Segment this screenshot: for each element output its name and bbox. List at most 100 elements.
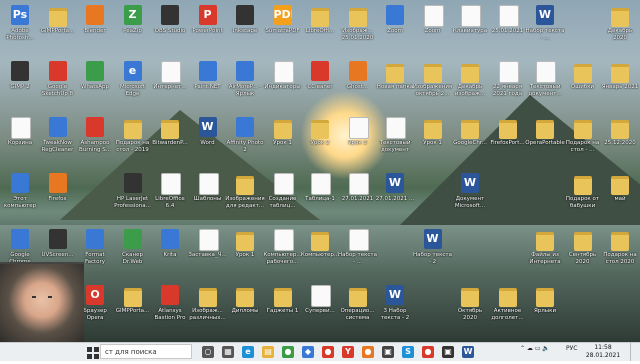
yandex-icon[interactable]: ◆ — [302, 346, 314, 358]
desktop-icon[interactable]: Google SketchUp 8 — [40, 58, 76, 104]
desktop-icon[interactable]: 27.01.2021 — [340, 170, 376, 216]
desktop-icon[interactable]: LibreOffi... — [302, 2, 338, 48]
desktop-icon[interactable]: Подарок от бабушки — [565, 170, 601, 216]
desktop-icon[interactable]: Декабрь изображ... — [452, 58, 488, 104]
show-desktop-button[interactable] — [630, 343, 640, 361]
desktop-icon[interactable]: GIMP 2 — [2, 58, 38, 104]
desktop-icon[interactable]: Дипломы — [227, 282, 263, 328]
edge-icon[interactable]: e — [242, 346, 254, 358]
desktop-icon[interactable]: 25.01.2021 — [490, 2, 526, 48]
desktop-icon[interactable]: Гаджеты 1 — [265, 282, 301, 328]
desktop-icon[interactable]: W 27.01.2021 ... — [376, 170, 414, 216]
word-icon[interactable]: W — [462, 346, 474, 358]
desktop-icon[interactable]: Интернет... — [152, 58, 188, 104]
desktop-icon[interactable]: Заставка_Ч... — [188, 226, 227, 272]
desktop-icon[interactable]: Сканер Dr.Web — [115, 226, 151, 272]
desktop-icon[interactable]: Январь 2021 — [602, 58, 638, 104]
desktop-icon[interactable]: Новая папка — [377, 58, 413, 104]
desktop-icon[interactable]: OBS Studio — [152, 2, 188, 48]
desktop-icon[interactable]: Создание таблиц... — [265, 170, 301, 216]
desktop-icon[interactable]: e Microsoft Edge — [115, 58, 151, 104]
yandex-browser-icon[interactable]: Y — [342, 346, 354, 358]
desktop-icon[interactable]: Операцио... система — [340, 282, 376, 328]
desktop-icon[interactable]: май — [602, 170, 638, 216]
desktop-icon[interactable]: Ошибки — [565, 58, 601, 104]
desktop-icon[interactable]: Клавиатура — [452, 2, 488, 48]
desktop-icon[interactable]: 25.12.2020 — [602, 114, 638, 160]
desktop-icon[interactable]: Zoom — [415, 2, 451, 48]
tray-language[interactable]: РУС — [566, 345, 577, 352]
desktop-icon[interactable]: Таблица-1 — [302, 170, 338, 216]
desktop-icon[interactable]: W 3 Набор текста - 2 — [377, 282, 413, 328]
desktop-icon[interactable]: W Набор текста - 2 — [413, 226, 452, 272]
desktop-icon[interactable]: Сентябрь 2020 — [565, 226, 601, 272]
desktop-icon[interactable]: BitwardenP... — [152, 114, 188, 160]
desktop-icon[interactable]: GIMPPorta... — [40, 2, 76, 48]
desktop-icon[interactable]: Индикаторы — [264, 58, 301, 104]
desktop-icon[interactable]: PDF SumatraPDF — [265, 2, 301, 48]
desktop-icon[interactable]: Текстовый документ... — [527, 58, 563, 104]
desktop-icon[interactable]: Изображ... различных... — [189, 282, 226, 328]
app-icon[interactable]: ▣ — [382, 346, 394, 358]
desktop-icon[interactable]: Этот компьютер — [2, 170, 38, 216]
desktop-icon[interactable]: Компьютер... — [301, 226, 339, 272]
desktop-icon[interactable]: Подарок на стол - 2019 — [115, 114, 151, 160]
firefox-icon[interactable]: ● — [362, 346, 374, 358]
desktop-icon[interactable]: Урок 3 — [340, 114, 376, 160]
start-button[interactable] — [86, 345, 100, 359]
desktop-icon[interactable]: OperaPortable — [525, 114, 565, 160]
app2-icon[interactable]: ▣ — [442, 346, 454, 358]
desktop-icon[interactable]: Изображения октябрь 2... — [413, 58, 452, 104]
opera-icon[interactable]: ● — [322, 346, 334, 358]
desktop-icon[interactable]: WhatsApp — [77, 58, 113, 104]
desktop-icon[interactable]: Октябрь 2020 — [452, 282, 488, 328]
desktop-icon[interactable]: Текстовый документ — [377, 114, 413, 160]
desktop-icon[interactable]: Урок 1 — [227, 226, 263, 272]
desktop-icon[interactable]: Krita — [152, 226, 188, 272]
desktop-icon[interactable]: Компьютер... рабочего... — [263, 226, 302, 272]
desktop-icon[interactable]: Подарок на стол - ... — [565, 114, 601, 160]
desktop-icon[interactable]: GoogleChr... — [452, 114, 488, 160]
desktop-icon[interactable]: Урок 1 — [265, 114, 301, 160]
cortana-icon[interactable]: ○ — [202, 346, 214, 358]
desktop-icon[interactable]: AirMoreP... - Ярлык — [227, 58, 263, 104]
desktop-icon[interactable]: W Набор текста - ... — [525, 2, 565, 48]
desktop-icon[interactable]: Firefox — [40, 170, 76, 216]
record-icon[interactable]: ● — [422, 346, 434, 358]
desktop-icon[interactable]: W Документ Microsoft... — [452, 170, 488, 216]
desktop-icon[interactable]: Урок 1 — [415, 114, 451, 160]
desktop-icon[interactable]: 22 января 2021 года — [490, 58, 526, 104]
file-explorer-icon[interactable]: ▤ — [262, 346, 274, 358]
desktop-icon[interactable]: Активное долголет... — [490, 282, 526, 328]
desktop-icon[interactable]: FirefoxPort... — [490, 114, 526, 160]
desktop-icon[interactable]: Суперви... — [302, 282, 338, 328]
desktop-icon[interactable]: W Word — [190, 114, 226, 160]
desktop-icon[interactable]: Zoom — [377, 2, 413, 48]
desktop-icon[interactable]: Файлы из Интернета — [527, 226, 563, 272]
taskbar-clock[interactable]: 11:58 28.01.2021 — [584, 344, 622, 359]
desktop-icon[interactable]: GIMPPorta... — [115, 282, 151, 328]
desktop-icon[interactable]: Изображения для редакт... — [225, 170, 265, 216]
taskbar-search-input[interactable]: ст для поиска — [100, 344, 192, 359]
desktop-icon[interactable]: Ярлыки — [527, 282, 563, 328]
desktop-icon[interactable]: Paint.NET — [190, 58, 226, 104]
desktop-icon[interactable]: Z PeaZip — [115, 2, 151, 48]
desktop-icon[interactable]: Blender — [77, 2, 113, 48]
desktop-icon[interactable]: Atlansys Bastion Pro — [152, 282, 188, 328]
desktop-icon[interactable]: P PowerPoint — [190, 2, 226, 48]
desktop-icon[interactable]: LibreOffice 6.4 — [152, 170, 188, 216]
desktop-icon[interactable]: Набор текста - ... — [338, 226, 377, 272]
skype-icon[interactable]: S — [402, 346, 414, 358]
desktop-icon[interactable]: Подарок на стол 2020 — [602, 226, 638, 272]
desktop-icon[interactable]: Корзина — [2, 114, 38, 160]
desktop-icon[interactable]: TweakNow RegCleaner — [40, 114, 76, 160]
desktop-icon[interactable]: Декабрь 2020 — [602, 2, 638, 48]
task-view-icon[interactable]: ▦ — [222, 346, 234, 358]
chrome-icon[interactable]: ● — [282, 346, 294, 358]
desktop-icon[interactable]: Изображ... 25.01.2020 — [340, 2, 376, 48]
desktop-icon[interactable]: HP LaserJet Professiona... — [114, 170, 151, 216]
desktop-icon[interactable]: Ps Adobe Photosh... — [2, 2, 38, 48]
desktop-icon[interactable]: Шаблоны — [190, 170, 226, 216]
desktop-icon[interactable]: Ghost... — [340, 58, 376, 104]
desktop-icon[interactable]: Inkscape — [227, 2, 263, 48]
